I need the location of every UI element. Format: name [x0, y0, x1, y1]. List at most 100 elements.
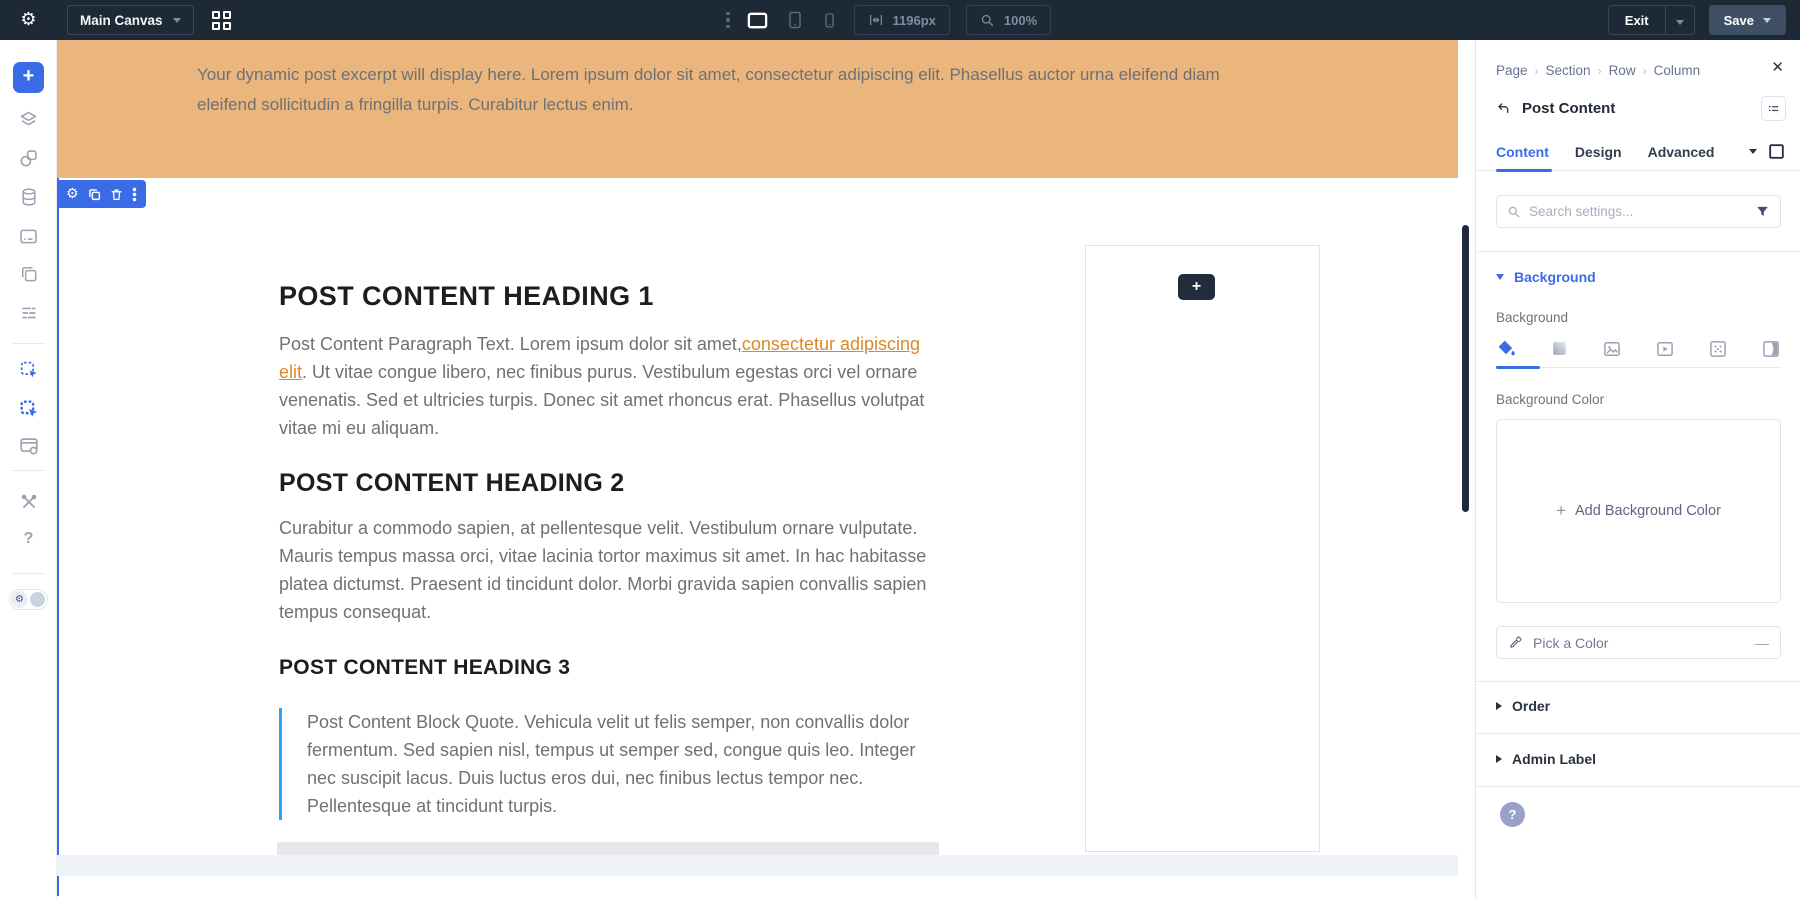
background-image-icon[interactable]	[1602, 339, 1622, 359]
tab-content[interactable]: Content	[1496, 144, 1549, 160]
settings-panel: Page › Section › Row › Column ✕ Post Con…	[1475, 40, 1800, 900]
database-icon[interactable]	[0, 187, 57, 207]
builder-settings-gear-icon[interactable]: ⚙	[0, 0, 57, 40]
background-color-swatch-area[interactable]: + Add Background Color	[1496, 419, 1781, 603]
canvas-selector-dropdown[interactable]: Main Canvas	[67, 5, 194, 35]
copy-pages-icon[interactable]	[0, 264, 57, 284]
add-background-color-button[interactable]: + Add Background Color	[1556, 501, 1721, 521]
active-tab-underline	[1496, 169, 1552, 172]
background-tabs-active-underline	[1496, 366, 1540, 369]
canvas-zoom-field[interactable]: 100%	[966, 5, 1051, 35]
breadcrumb-separator-icon: ›	[1598, 64, 1602, 78]
module-delete-trash-icon[interactable]	[110, 188, 123, 201]
toggle-plain-knob	[30, 592, 45, 607]
more-options-icon[interactable]	[726, 12, 730, 29]
field-list-icon[interactable]	[0, 303, 57, 323]
layout-grid-icon[interactable]	[212, 11, 231, 30]
tab-design[interactable]: Design	[1575, 144, 1622, 160]
preview-mode-icon[interactable]	[1767, 142, 1786, 161]
section-bottom-strip	[57, 855, 1458, 876]
pick-a-color-field[interactable]: Pick a Color —	[1496, 626, 1781, 659]
pick-a-color-label: Pick a Color	[1533, 635, 1608, 651]
layers-icon[interactable]	[0, 109, 57, 130]
tab-advanced[interactable]: Advanced	[1648, 144, 1715, 160]
exit-dropdown-chevron-icon[interactable]	[1666, 13, 1694, 28]
search-icon	[1507, 205, 1521, 219]
tablet-view-icon[interactable]	[785, 10, 805, 30]
background-color-bucket-icon[interactable]	[1496, 338, 1517, 359]
settings-search-input[interactable]	[1529, 204, 1747, 219]
order-section-toggle[interactable]: Order	[1496, 698, 1550, 714]
panel-divider	[1476, 681, 1800, 682]
panel-tabs: Content Design Advanced	[1496, 144, 1715, 160]
module-card-icon[interactable]	[0, 226, 57, 247]
background-video-icon[interactable]	[1655, 339, 1675, 359]
save-dropdown-chevron-icon[interactable]	[1763, 18, 1771, 23]
add-background-color-label: Add Background Color	[1575, 503, 1721, 519]
post-blockquote: Post Content Block Quote. Vehicula velit…	[279, 708, 929, 820]
panel-help-button[interactable]: ?	[1500, 802, 1525, 827]
tabs-chevron-down-icon[interactable]	[1749, 149, 1757, 154]
settings-search-box	[1496, 195, 1781, 228]
builder-mode-toggle[interactable]: ⚙	[9, 589, 48, 610]
help-icon[interactable]: ?	[0, 530, 57, 548]
selected-module-outline	[57, 178, 59, 896]
interaction-outline-icon[interactable]	[0, 359, 57, 381]
empty-column[interactable]: +	[1085, 245, 1320, 852]
panel-divider	[1476, 786, 1800, 787]
back-arrow-icon[interactable]	[1496, 101, 1512, 117]
post-paragraph-1: Post Content Paragraph Text. Lorem ipsum…	[279, 330, 929, 442]
canvas-vertical-scrollbar[interactable]	[1462, 225, 1469, 512]
interaction-filled-icon[interactable]	[0, 398, 57, 420]
background-field-label: Background	[1496, 310, 1568, 325]
order-section-title: Order	[1512, 698, 1550, 714]
dock-panel-button[interactable]	[1761, 96, 1786, 121]
save-button[interactable]: Save	[1709, 5, 1786, 35]
breadcrumb-column[interactable]: Column	[1654, 63, 1701, 78]
view-controls: 1196px 100%	[726, 0, 1051, 40]
add-module-button[interactable]: +	[1178, 274, 1215, 300]
background-section-toggle[interactable]: Background	[1496, 269, 1596, 285]
background-mask-icon[interactable]	[1761, 339, 1781, 359]
post-excerpt-text: Your dynamic post excerpt will display h…	[197, 60, 1269, 119]
canvas-zoom-value: 100%	[1004, 13, 1037, 28]
close-panel-icon[interactable]: ✕	[1771, 58, 1784, 76]
module-more-options-icon[interactable]	[132, 187, 137, 202]
exit-button[interactable]: Exit	[1608, 5, 1695, 35]
background-section-title: Background	[1514, 269, 1596, 285]
topbar-actions: Exit Save	[1608, 5, 1786, 35]
tools-icon[interactable]	[0, 492, 57, 512]
top-toolbar: ⚙ Main Canvas 1196px 100% Exit	[0, 0, 1800, 40]
background-pattern-icon[interactable]	[1708, 339, 1728, 359]
post-content-module[interactable]: POST CONTENT HEADING 1 Post Content Para…	[279, 280, 929, 820]
sidebar-divider	[12, 573, 45, 574]
breadcrumb-page[interactable]: Page	[1496, 63, 1528, 78]
design-presets-icon[interactable]	[0, 148, 57, 169]
admin-label-section-toggle[interactable]: Admin Label	[1496, 751, 1596, 767]
background-gradient-icon[interactable]	[1550, 339, 1569, 358]
canvas-width-value: 1196px	[893, 13, 936, 28]
panel-title: Post Content	[1522, 100, 1615, 117]
triangle-collapsed-icon	[1496, 755, 1502, 763]
module-action-toolbar: ⚙	[57, 180, 146, 208]
triangle-collapsed-icon	[1496, 702, 1502, 710]
sidebar-divider	[12, 343, 45, 344]
browser-settings-icon[interactable]	[0, 435, 57, 457]
background-color-label: Background Color	[1496, 392, 1604, 407]
filter-funnel-icon[interactable]	[1755, 204, 1770, 219]
canvas-width-field[interactable]: 1196px	[854, 5, 950, 35]
chevron-down-icon	[173, 18, 181, 23]
add-element-button[interactable]: +	[13, 62, 44, 93]
desktop-view-icon[interactable]	[746, 9, 769, 32]
breadcrumb-section[interactable]: Section	[1546, 63, 1591, 78]
plus-icon: +	[1556, 501, 1566, 521]
panel-divider	[1476, 251, 1800, 252]
post-excerpt-section[interactable]: Your dynamic post excerpt will display h…	[57, 40, 1458, 178]
breadcrumb-separator-icon: ›	[1643, 64, 1647, 78]
post-paragraph-2: Curabitur a commodo sapien, at pellentes…	[279, 514, 929, 626]
breadcrumb-row[interactable]: Row	[1609, 63, 1636, 78]
module-duplicate-icon[interactable]	[88, 188, 101, 201]
module-settings-gear-icon[interactable]: ⚙	[66, 186, 79, 202]
phone-view-icon[interactable]	[821, 12, 838, 29]
toggle-gear-knob: ⚙	[11, 591, 28, 608]
